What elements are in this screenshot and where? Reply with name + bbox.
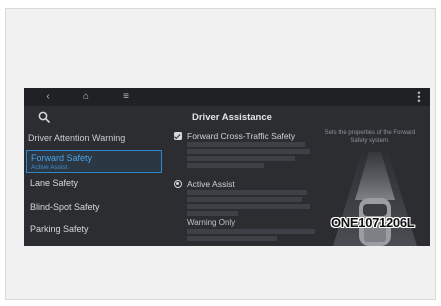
figure-frame: ‹ ⌂ ≡ • • • Driver Assistance Driver Atten… [5, 8, 436, 300]
search-icon[interactable] [38, 111, 50, 123]
checkbox-checked[interactable] [174, 132, 182, 140]
menu-item-status: ​ [30, 189, 162, 197]
section-heading: Driver Attention Warning [28, 133, 126, 143]
menu-item-label: Lane Safety [30, 178, 79, 188]
home-icon[interactable]: ⌂ [80, 91, 92, 103]
menu-item-label: Blind-Spot Safety [30, 202, 100, 212]
menu-item-parking-safety[interactable]: Parking Safety ​ [26, 222, 162, 245]
more-icon[interactable]: • • • [416, 89, 422, 106]
top-bar: ‹ ⌂ ≡ • • • [24, 88, 430, 106]
menu-item-status: ​ [30, 213, 162, 221]
active-assist-label: Active Assist [187, 179, 235, 189]
menu-item-status: ​ [30, 235, 162, 243]
menu-item-forward-safety[interactable]: Forward Safety Active Assist [26, 150, 162, 173]
cross-traffic-label: Forward Cross-Traffic Safety [187, 131, 296, 141]
radio-selected[interactable] [174, 180, 182, 188]
cross-traffic-description [187, 142, 315, 168]
active-assist-description [187, 190, 315, 216]
page-title: Driver Assistance [192, 112, 272, 123]
help-text: Sets the properties of the Forward Safet… [324, 130, 416, 144]
menu-icon[interactable]: ≡ [120, 91, 132, 103]
figure-reference-code: ONE1071206L [331, 215, 415, 230]
menu-item-label: Parking Safety [30, 224, 89, 234]
menu-item-status: Active Assist [31, 164, 68, 171]
car-illustration [333, 148, 417, 246]
menu-item-blind-spot-safety[interactable]: Blind-Spot Safety ​ [26, 200, 162, 223]
warning-only-description [187, 229, 315, 241]
menu-item-label: Forward Safety [31, 153, 93, 163]
back-icon[interactable]: ‹ [42, 91, 54, 103]
warning-only-option[interactable]: Warning Only [187, 218, 235, 227]
menu-item-lane-safety[interactable]: Lane Safety ​ [26, 176, 162, 199]
